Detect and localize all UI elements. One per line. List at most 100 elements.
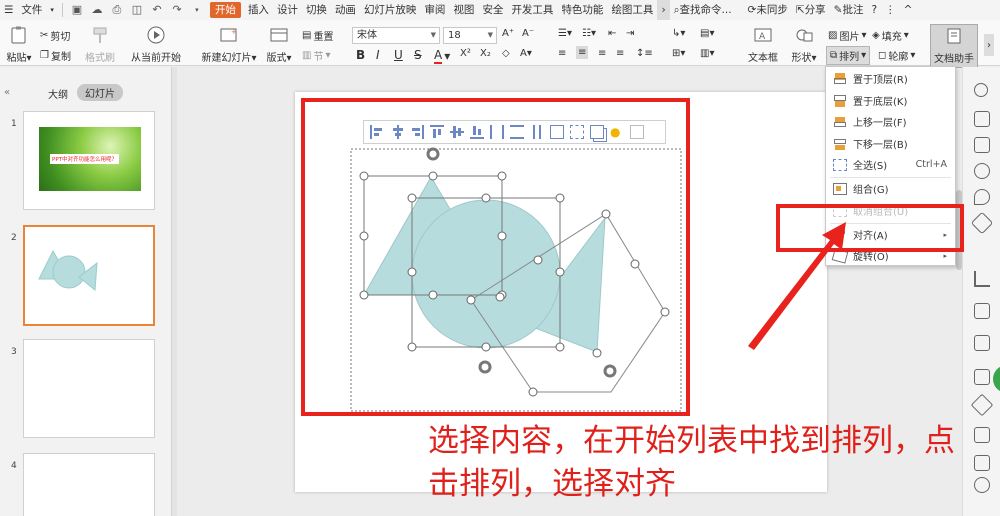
section-button[interactable]: ▥ 节 ▾ [302,48,330,63]
slide-thumbnail-4[interactable] [23,453,155,516]
increase-indent-icon[interactable]: ⇥ [626,28,634,39]
font-name-select[interactable]: 宋体 ▼ [352,27,440,44]
comment-button[interactable]: ✎批注 [830,0,868,20]
fill-button[interactable]: ◈ 填充 ▾ [872,28,909,43]
object-property-icon[interactable] [974,83,988,97]
format-painter-button[interactable]: 格式刷 [82,26,118,64]
quick-access-more-icon[interactable]: ▾ [190,3,204,17]
tab-developer[interactable]: 开发工具 [507,0,557,20]
font-color-icon[interactable]: A ▾ [434,48,450,64]
underline-icon[interactable]: U [394,48,403,62]
tab-transition[interactable]: 切换 [302,0,331,20]
layout-button[interactable]: 版式▾ [264,26,294,64]
arrange-button[interactable]: ⧉ 排列 ▾ [826,46,871,65]
more-icon[interactable]: ⋮ [881,0,900,20]
justify-icon[interactable]: ≡ [616,48,624,59]
font-size-select[interactable]: 18 ▼ [443,27,497,44]
start-from-current-button[interactable]: 从当前开始 [128,26,184,64]
picture-button[interactable]: ▨ 图片 ▾ [828,28,866,43]
tab-insert[interactable]: 插入 [244,0,273,20]
design-icon[interactable] [974,111,990,127]
hamburger-menu-icon[interactable]: ☰ [0,0,17,20]
tab-view[interactable]: 视图 [449,0,478,20]
sync-status[interactable]: ⟳未同步 [744,0,792,20]
tab-home[interactable]: 开始 [209,2,241,18]
char-spacing-icon[interactable]: A▾ [520,48,532,59]
text-direction-icon[interactable]: ↳▾ [672,28,685,39]
doc-assistant-button[interactable]: 文档助手 [930,24,978,68]
strikethrough-icon[interactable]: S̶ [414,48,422,62]
italic-icon[interactable]: I [376,48,380,62]
share-button[interactable]: ⇱分享 [792,0,830,20]
ribbon-scroll-icon[interactable]: › [984,34,994,56]
file-menu-chevron-icon[interactable]: ▾ [46,0,58,20]
shape-button[interactable]: 形状▾ [788,26,820,64]
menu-item-bring-to-front[interactable]: 置于顶层(R) [826,68,955,89]
columns-icon[interactable]: ▥▾ [700,48,714,59]
paste-button[interactable]: 粘贴▾ [4,26,34,64]
numbered-list-icon[interactable]: ☷▾ [582,28,596,39]
search-command[interactable]: ⌕查找命令... [670,0,736,20]
print-icon[interactable]: ⎙ [110,3,124,17]
text-icon[interactable] [974,335,990,351]
bullet-list-icon[interactable]: ☰▾ [558,28,572,39]
tab-slides[interactable]: 幻灯片 [77,84,123,101]
tab-review[interactable]: 审阅 [420,0,449,20]
decrease-indent-icon[interactable]: ⇤ [608,28,616,39]
align-left-icon[interactable]: ≡ [558,48,566,59]
assistant-badge-icon[interactable] [993,365,1000,393]
extension-icon[interactable] [970,393,994,417]
outline-button[interactable]: ◻ 轮廓 ▾ [878,48,915,63]
tab-security[interactable]: 安全 [478,0,507,20]
line-spacing-icon[interactable]: ↕≡ [636,48,653,59]
share-icon: ⇱ [795,4,805,16]
superscript-icon[interactable]: X² [460,48,471,59]
smartart-icon[interactable]: ⊞▾ [672,48,685,59]
cut-button[interactable]: ✂ 剪切 [40,28,70,43]
textbox-button[interactable]: A 文本框 [746,26,780,64]
print-preview-icon[interactable]: ◫ [130,3,144,17]
layout-icon[interactable] [974,369,990,385]
bold-icon[interactable]: B [356,48,365,62]
file-menu[interactable]: 文件 [17,0,46,20]
help-button[interactable]: ? [867,0,881,20]
menu-item-select-all[interactable]: 全选(S) Ctrl+A [826,154,955,175]
slide-thumbnail-2[interactable] [23,225,155,326]
align-center-icon[interactable]: ≡ [576,46,589,59]
tab-design[interactable]: 设计 [273,0,302,20]
tab-drawing-tools[interactable]: 绘图工具 [607,0,657,20]
tab-slideshow[interactable]: 幻灯片放映 [360,0,421,20]
template-icon[interactable] [970,211,994,235]
new-slide-button[interactable]: + 新建幻灯片▾ [200,26,258,64]
undo-icon[interactable]: ↶ [150,3,164,17]
chart-icon[interactable] [974,271,990,287]
subscript-icon[interactable]: X₂ [480,48,491,59]
slide-thumbnail-1[interactable]: PPT中对齐功能怎么用呢？ [23,111,155,210]
location-icon[interactable] [974,189,990,205]
tab-outline[interactable]: 大纲 [48,86,68,101]
animation-icon[interactable] [974,163,990,179]
slide-thumbnail-3[interactable] [23,339,155,438]
tab-features[interactable]: 特色功能 [557,0,607,20]
menu-item-send-backward[interactable]: 下移一层(B) [826,133,955,154]
save-icon[interactable]: ▣ [70,3,84,17]
copy-button[interactable]: ❐ 复制 [40,48,71,63]
collapse-ribbon-icon[interactable]: ^ [900,0,917,20]
collapse-panel-icon[interactable]: « [4,87,10,98]
cloud-save-icon[interactable]: ☁ [90,3,104,17]
tab-scroll-icon[interactable]: › [657,0,670,20]
menu-item-group[interactable]: 组合(G) [826,178,955,199]
redo-icon[interactable]: ↷ [170,3,184,17]
decrease-font-icon[interactable]: A⁻ [522,28,534,39]
table-icon[interactable] [974,303,990,319]
increase-font-icon[interactable]: A⁺ [502,28,514,39]
menu-item-send-to-back[interactable]: 置于底层(K) [826,90,955,111]
align-right-icon[interactable]: ≡ [598,48,606,59]
tab-animation[interactable]: 动画 [331,0,360,20]
menu-item-bring-forward[interactable]: 上移一层(F) [826,111,955,132]
shape-format-icon[interactable] [974,137,990,153]
clear-format-icon[interactable]: ◇ [502,48,510,59]
reset-button[interactable]: ▤ 重置 [302,28,333,43]
panel-splitter[interactable] [172,67,177,516]
text-align-icon[interactable]: ▤▾ [700,28,714,39]
